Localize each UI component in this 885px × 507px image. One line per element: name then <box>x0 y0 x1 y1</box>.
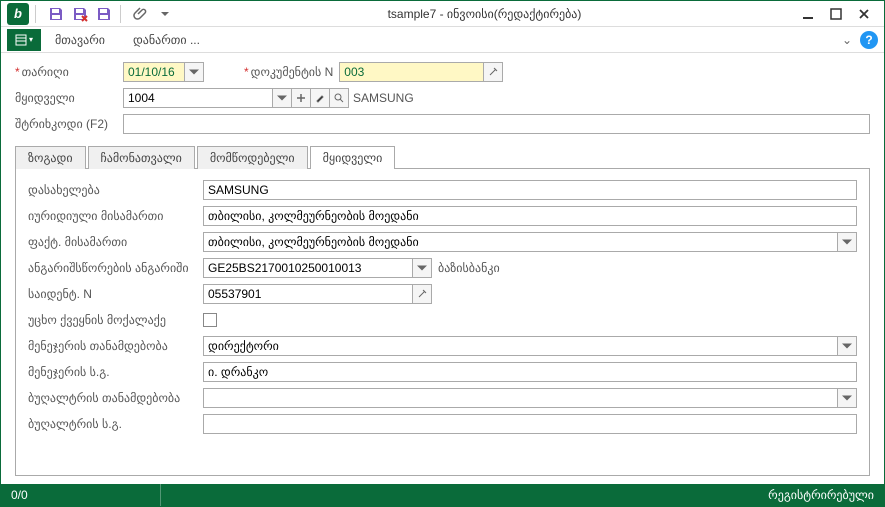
tab-supplier[interactable]: მომწოდებელი <box>197 146 308 169</box>
buyer-add-icon[interactable] <box>291 88 311 108</box>
maximize-icon[interactable] <box>822 4 850 24</box>
window-title: tsample7 - ინვოისი(რედაქტირება) <box>175 7 794 21</box>
bank-name-text: ბაზისბანკი <box>438 261 500 275</box>
buyer-label: მყიდველი <box>15 91 123 105</box>
save-close-icon[interactable] <box>70 4 90 24</box>
foreign-checkbox[interactable] <box>203 313 217 327</box>
bank-dropdown-icon[interactable] <box>412 258 432 278</box>
menu-button[interactable]: ▾ <box>7 29 41 51</box>
date-label: თარიღი <box>22 65 69 79</box>
header-form: *თარიღი *დოკუმენტის N მყიდველი SAMSUNG შ… <box>1 53 884 143</box>
mgr-name-input[interactable] <box>203 362 857 382</box>
docnum-input[interactable] <box>339 62 484 82</box>
separator <box>35 5 36 23</box>
save-icon[interactable] <box>46 4 66 24</box>
bank-acct-input[interactable] <box>203 258 413 278</box>
app-logo: b <box>7 3 29 25</box>
titlebar: b tsample7 - ინვოისი(რედაქტირება) <box>1 1 884 27</box>
tab-list[interactable]: ჩამონათვალი <box>88 146 195 169</box>
mgr-title-label: მენეჯერის თანამდებობა <box>28 339 203 353</box>
minimize-icon[interactable] <box>794 4 822 24</box>
menu-attach[interactable]: დანართი ... <box>119 27 214 53</box>
name-label: დასახელება <box>28 183 203 197</box>
foreign-label: უცხო ქვეყნის მოქალაქე <box>28 313 203 327</box>
separator <box>120 5 121 23</box>
legal-input[interactable] <box>203 206 857 226</box>
date-dropdown-icon[interactable] <box>184 62 204 82</box>
docnum-label: დოკუმენტის N <box>251 65 334 79</box>
buyer-edit-icon[interactable] <box>310 88 330 108</box>
taxid-input[interactable] <box>203 284 413 304</box>
mgr-name-label: მენეჯერის ს.გ. <box>28 365 203 379</box>
buyer-panel: დასახელება იურიდიული მისამართი ფაქტ. მის… <box>15 168 870 476</box>
attach-icon[interactable] <box>131 4 151 24</box>
buyer-search-icon[interactable] <box>329 88 349 108</box>
acc-title-dropdown-icon[interactable] <box>837 388 857 408</box>
actual-input[interactable] <box>203 232 838 252</box>
menu-main[interactable]: მთავარი <box>41 27 119 53</box>
legal-label: იურიდიული მისამართი <box>28 209 203 223</box>
barcode-input[interactable] <box>123 114 870 134</box>
buyer-code-input[interactable] <box>123 88 273 108</box>
acc-name-input[interactable] <box>203 414 857 434</box>
tab-general[interactable]: ზოგადი <box>15 146 86 169</box>
save-new-icon[interactable] <box>94 4 114 24</box>
status-state: რეგისტრირებული <box>768 488 874 502</box>
name-input[interactable] <box>203 180 857 200</box>
menubar-chevron-icon[interactable]: ⌄ <box>842 33 852 47</box>
tabs: ზოგადი ჩამონათვალი მომწოდებელი მყიდველი <box>1 145 884 168</box>
taxid-label: საიდენტ. N <box>28 287 203 301</box>
mgr-title-input[interactable] <box>203 336 838 356</box>
acc-name-label: ბუღალტრის ს.გ. <box>28 417 203 431</box>
mgr-title-dropdown-icon[interactable] <box>837 336 857 356</box>
tab-buyer[interactable]: მყიდველი <box>310 146 396 169</box>
taxid-wand-icon[interactable] <box>412 284 432 304</box>
docnum-wand-icon[interactable] <box>483 62 503 82</box>
acc-title-label: ბუღალტრის თანამდებობა <box>28 391 203 405</box>
bank-label: ანგარიშსწორების ანგარიში <box>28 261 203 275</box>
actual-dropdown-icon[interactable] <box>837 232 857 252</box>
barcode-label: შტრიხკოდი (F2) <box>15 117 123 131</box>
buyer-name-text: SAMSUNG <box>353 91 414 105</box>
close-icon[interactable] <box>850 4 878 24</box>
buyer-dropdown-icon[interactable] <box>272 88 292 108</box>
date-input[interactable] <box>123 62 185 82</box>
menubar: ▾ მთავარი დანართი ... ⌄ ? <box>1 27 884 53</box>
statusbar: 0/0 რეგისტრირებული <box>1 484 884 506</box>
actual-label: ფაქტ. მისამართი <box>28 235 203 249</box>
attach-dropdown-icon[interactable] <box>155 4 175 24</box>
acc-title-input[interactable] <box>203 388 838 408</box>
help-icon[interactable]: ? <box>860 31 878 49</box>
status-counter: 0/0 <box>11 484 161 506</box>
